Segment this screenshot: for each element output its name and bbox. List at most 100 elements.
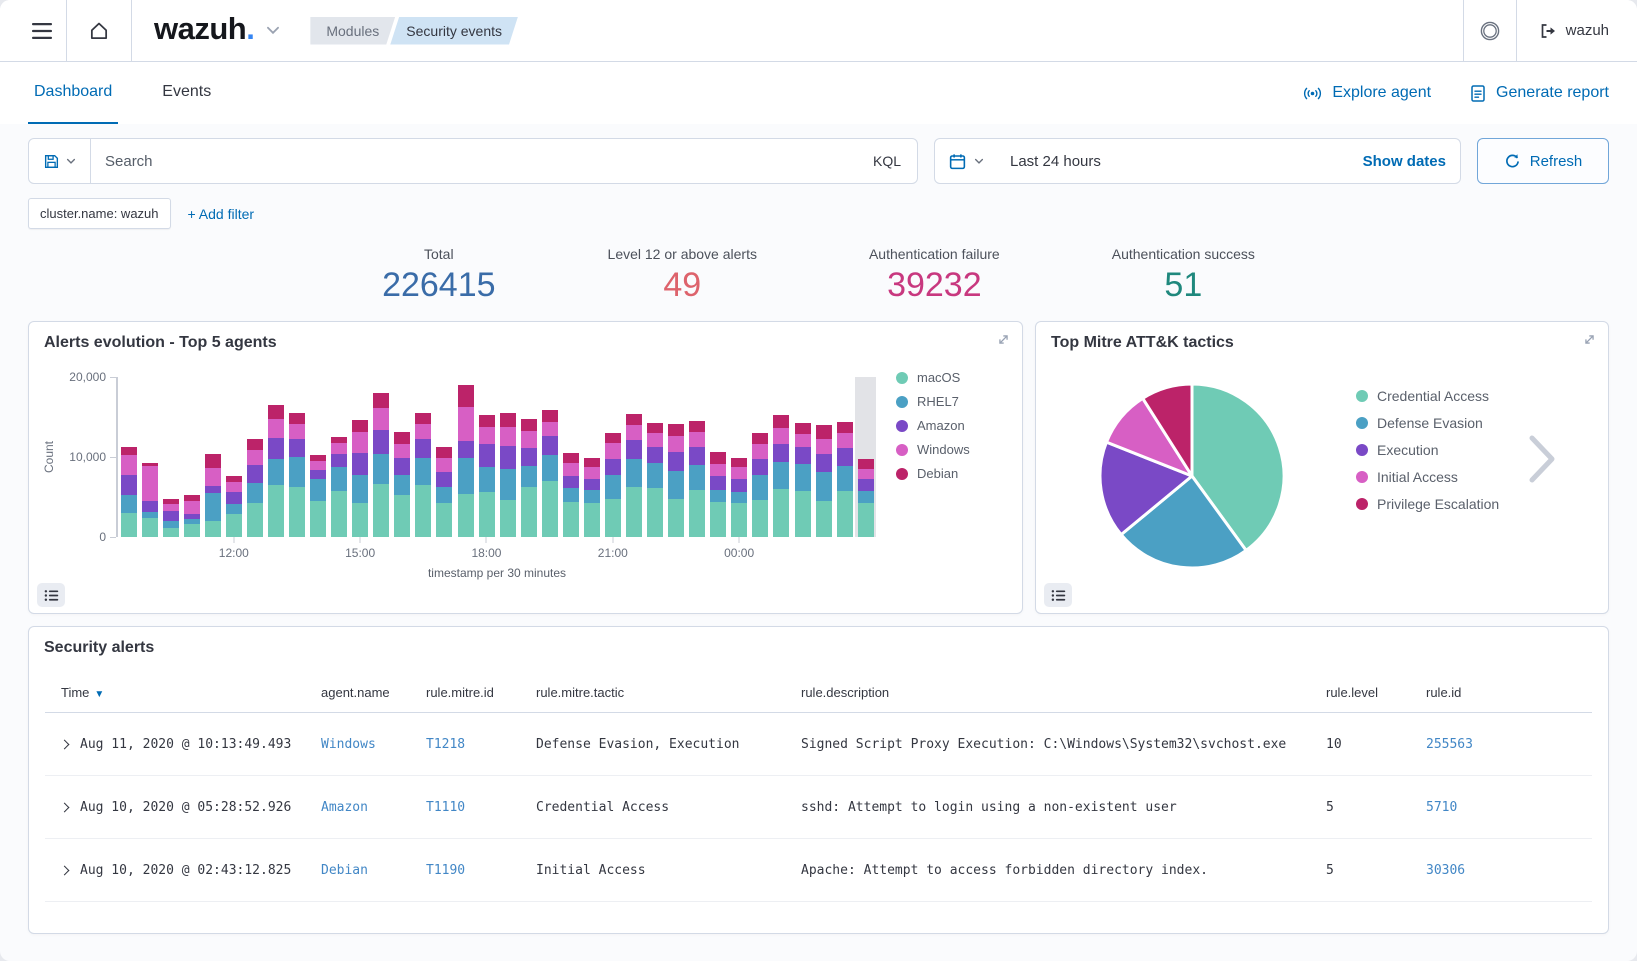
mitre-id-link[interactable]: T1218: [426, 737, 465, 752]
bar-slot[interactable]: [834, 377, 855, 537]
show-dates-button[interactable]: Show dates: [1363, 153, 1446, 170]
bar-slot[interactable]: [771, 377, 792, 537]
stacked-bar: [142, 463, 158, 537]
stacked-bar: [837, 422, 853, 537]
query-language-button[interactable]: KQL: [857, 153, 917, 169]
bar-segment-macos: [373, 484, 389, 537]
app-switcher-caret[interactable]: [264, 21, 282, 44]
bar-slot[interactable]: [813, 377, 834, 537]
rule-id-link[interactable]: 5710: [1426, 800, 1457, 815]
bar-slot[interactable]: [687, 377, 708, 537]
expand-row-icon[interactable]: [60, 739, 70, 749]
bar-slot[interactable]: [308, 377, 329, 537]
bar-slot[interactable]: [645, 377, 666, 537]
saved-queries-button[interactable]: [29, 139, 91, 183]
bar-slot[interactable]: [455, 377, 476, 537]
bar-slot[interactable]: [476, 377, 497, 537]
bar-slot[interactable]: [329, 377, 350, 537]
legend-item-amazon[interactable]: Amazon: [896, 418, 970, 433]
column-header-rule-level[interactable]: rule.level: [1316, 673, 1416, 713]
column-header-agent-name[interactable]: agent.name: [311, 673, 416, 713]
time-range-value[interactable]: Last 24 hours: [998, 153, 1363, 170]
date-quick-select[interactable]: [935, 139, 998, 183]
bar-slot[interactable]: [560, 377, 581, 537]
bar-slot[interactable]: [666, 377, 687, 537]
bar-slot[interactable]: [602, 377, 623, 537]
home-button[interactable]: [67, 0, 131, 62]
bar-slot[interactable]: [350, 377, 371, 537]
filter-pill-cluster-name[interactable]: cluster.name: wazuh: [28, 198, 171, 229]
bar-slot[interactable]: [202, 377, 223, 537]
bar-slot[interactable]: [497, 377, 518, 537]
search-input[interactable]: [91, 152, 857, 171]
column-header-rule-mitre-tactic[interactable]: rule.mitre.tactic: [526, 673, 791, 713]
agent-link[interactable]: Windows: [321, 737, 376, 752]
bar-slot[interactable]: [244, 377, 265, 537]
next-visualization-button[interactable]: [1524, 430, 1560, 493]
breadcrumb-modules[interactable]: Modules: [310, 17, 395, 45]
bar-slot[interactable]: [371, 377, 392, 537]
bar-slot[interactable]: [729, 377, 750, 537]
bar-slot[interactable]: [750, 377, 771, 537]
legend-item-execution[interactable]: Execution: [1356, 442, 1499, 458]
column-header-time[interactable]: Time▼: [45, 673, 311, 713]
bar-slot[interactable]: [624, 377, 645, 537]
user-menu[interactable]: wazuh: [1517, 22, 1619, 40]
table-header-row: Time▼ agent.name rule.mitre.id rule.mitr…: [45, 673, 1592, 713]
wazuh-logo[interactable]: wazuh.: [132, 11, 262, 51]
health-check-button[interactable]: [1464, 0, 1516, 62]
bar-segment-windows: [479, 427, 495, 444]
bar-slot[interactable]: [265, 377, 286, 537]
expand-row-icon[interactable]: [60, 802, 70, 812]
bar-slot[interactable]: [581, 377, 602, 537]
refresh-button[interactable]: Refresh: [1477, 138, 1609, 184]
bar-slot[interactable]: [287, 377, 308, 537]
bar-slot[interactable]: [181, 377, 202, 537]
mitre-id-link[interactable]: T1190: [426, 863, 465, 878]
bar-slot[interactable]: [792, 377, 813, 537]
inspect-button[interactable]: [37, 583, 65, 607]
column-header-rule-description[interactable]: rule.description: [791, 673, 1316, 713]
legend-item-privilege-escalation[interactable]: Privilege Escalation: [1356, 496, 1499, 512]
bar-slot[interactable]: [160, 377, 181, 537]
expand-row-icon[interactable]: [60, 865, 70, 875]
explore-agent-button[interactable]: Explore agent: [1302, 84, 1431, 103]
legend-item-windows[interactable]: Windows: [896, 442, 970, 457]
legend-item-rhel7[interactable]: RHEL7: [896, 394, 970, 409]
bar-slot[interactable]: [708, 377, 729, 537]
menu-button[interactable]: [18, 0, 66, 62]
legend-item-defense-evasion[interactable]: Defense Evasion: [1356, 415, 1499, 431]
bar-segment-windows: [331, 443, 347, 453]
bar-slot[interactable]: [223, 377, 244, 537]
bar-slot[interactable]: [539, 377, 560, 537]
bar-slot[interactable]: [434, 377, 455, 537]
column-header-rule-id[interactable]: rule.id: [1416, 673, 1592, 713]
bar-slot[interactable]: [518, 377, 539, 537]
bar-slot[interactable]: [118, 377, 139, 537]
tab-events[interactable]: Events: [156, 62, 217, 124]
agent-link[interactable]: Debian: [321, 863, 368, 878]
legend-item-macos[interactable]: macOS: [896, 370, 970, 385]
bar-segment-macos: [415, 485, 431, 537]
bar-slot[interactable]: [855, 377, 876, 537]
generate-report-button[interactable]: Generate report: [1469, 84, 1609, 103]
bar-segment-rhel7: [310, 479, 326, 501]
add-filter-button[interactable]: + Add filter: [188, 206, 255, 222]
agent-link[interactable]: Amazon: [321, 800, 368, 815]
bar-slot[interactable]: [139, 377, 160, 537]
rule-id-link[interactable]: 30306: [1426, 863, 1465, 878]
legend-item-credential-access[interactable]: Credential Access: [1356, 388, 1499, 404]
tab-dashboard[interactable]: Dashboard: [28, 62, 118, 124]
bar-segment-windows: [142, 466, 158, 501]
bar-slot[interactable]: [413, 377, 434, 537]
bar-slot[interactable]: [392, 377, 413, 537]
column-header-rule-mitre-id[interactable]: rule.mitre.id: [416, 673, 526, 713]
legend-item-initial-access[interactable]: Initial Access: [1356, 469, 1499, 485]
legend-item-debian[interactable]: Debian: [896, 466, 970, 481]
pie-chart[interactable]: [1092, 376, 1292, 576]
rule-id-link[interactable]: 255563: [1426, 737, 1473, 752]
inspect-button[interactable]: [1044, 583, 1072, 607]
mitre-id-link[interactable]: T1110: [426, 800, 465, 815]
expand-panel-button[interactable]: [1582, 332, 1597, 352]
expand-panel-button[interactable]: [996, 332, 1011, 352]
